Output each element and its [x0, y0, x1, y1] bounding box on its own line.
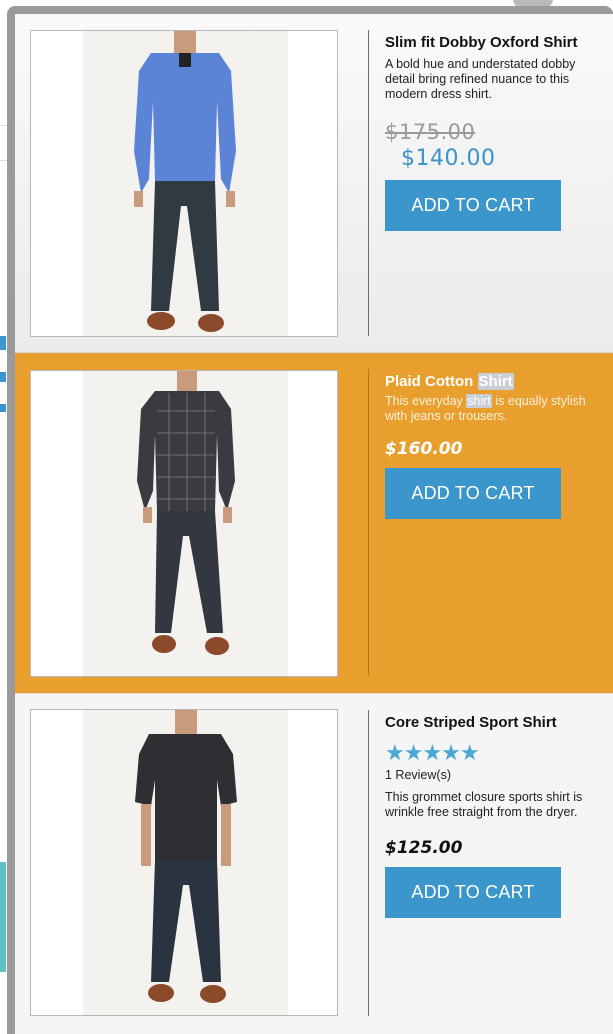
column-divider — [368, 30, 369, 336]
product-description: This everyday shirt is equally stylish w… — [385, 394, 600, 424]
column-divider — [368, 369, 369, 675]
sale-price: $140.00 — [401, 146, 496, 171]
product-description: This grommet closure sports shirt is wri… — [385, 790, 583, 819]
review-count-link[interactable]: 1 Review(s) — [385, 768, 600, 782]
model-figure — [83, 31, 288, 336]
background-accent — [0, 862, 6, 972]
search-highlight: shirt — [466, 394, 492, 408]
product-image[interactable] — [30, 370, 338, 677]
column-divider — [368, 710, 369, 1016]
background-accent — [0, 336, 6, 350]
product-title[interactable]: Plaid Cotton Shirt — [385, 371, 600, 392]
product-info: Plaid Cotton Shirt This everyday shirt i… — [385, 371, 600, 519]
product-info: Core Striped Sport Shirt ★★★★★ 1 Review(… — [385, 712, 600, 918]
product-title[interactable]: Core Striped Sport Shirt — [385, 712, 600, 733]
product-description: A bold hue and understated dobby detail … — [385, 57, 576, 101]
product-card: Core Striped Sport Shirt ★★★★★ 1 Review(… — [15, 693, 613, 1034]
original-price: $175.00 — [385, 120, 476, 144]
background-accent — [0, 404, 6, 412]
product-info: Slim fit Dobby Oxford Shirt A bold hue a… — [385, 32, 600, 231]
product-title-text: Plaid Cotton — [385, 373, 478, 390]
product-list: Slim fit Dobby Oxford Shirt A bold hue a… — [15, 14, 613, 1034]
product-popup: Slim fit Dobby Oxford Shirt A bold hue a… — [7, 6, 613, 1034]
rating-stars: ★★★★★ — [385, 740, 480, 765]
product-image[interactable] — [30, 709, 338, 1016]
product-price: $160.00 — [385, 439, 463, 459]
description-text: This everyday — [385, 394, 467, 408]
search-highlight: Shirt — [477, 373, 514, 390]
model-figure — [83, 710, 288, 1015]
product-title[interactable]: Slim fit Dobby Oxford Shirt — [385, 32, 600, 53]
background-accent — [0, 372, 6, 382]
add-to-cart-button[interactable]: ADD TO CART — [385, 180, 561, 231]
model-figure — [83, 371, 288, 676]
product-card: Slim fit Dobby Oxford Shirt A bold hue a… — [15, 14, 613, 353]
product-image[interactable] — [30, 30, 338, 337]
product-price: $125.00 — [385, 838, 463, 858]
add-to-cart-button[interactable]: ADD TO CART — [385, 468, 561, 519]
add-to-cart-button[interactable]: ADD TO CART — [385, 867, 561, 918]
product-card-highlighted[interactable]: Plaid Cotton Shirt This everyday shirt i… — [15, 353, 613, 693]
